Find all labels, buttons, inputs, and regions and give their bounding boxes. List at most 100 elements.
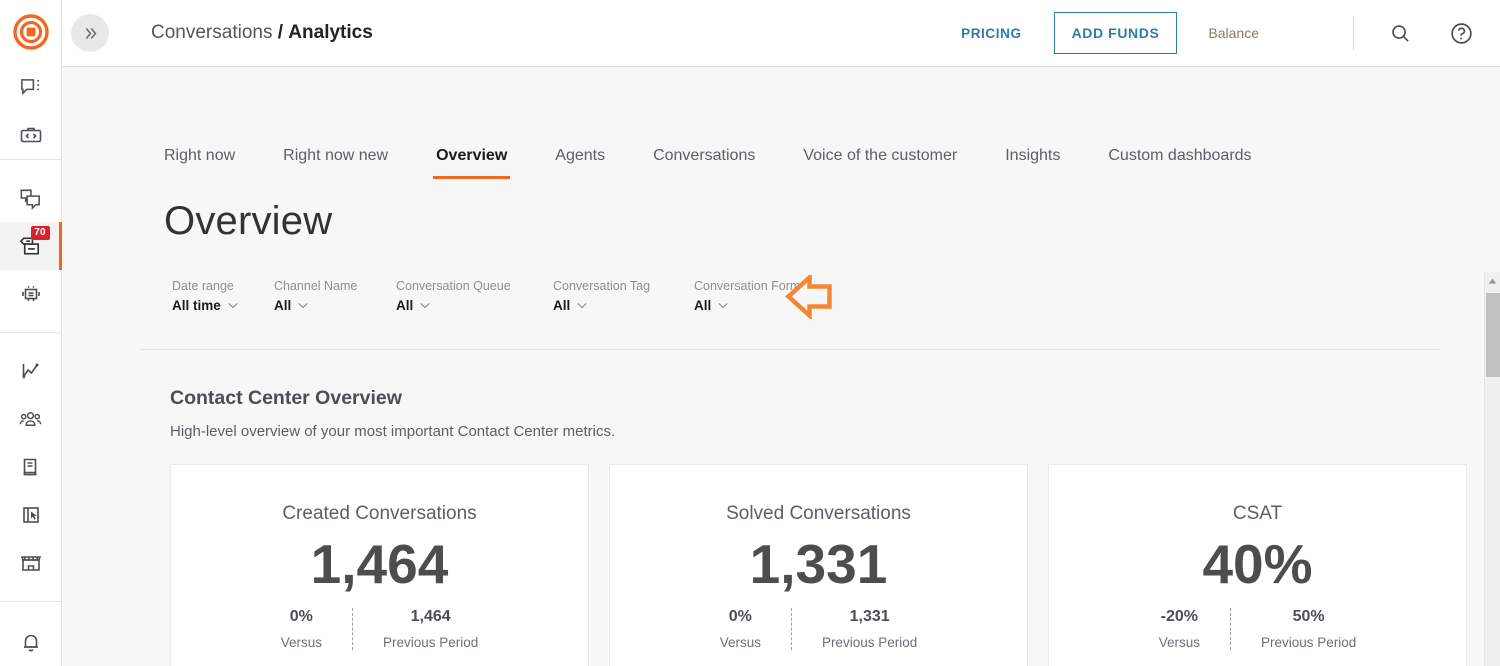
flows-pointer-icon bbox=[22, 507, 39, 523]
metric-previous-col: 1,464 Previous Period bbox=[351, 607, 508, 650]
filter-conversation-queue[interactable]: Conversation Queue All bbox=[396, 279, 553, 313]
search-icon bbox=[1391, 24, 1409, 42]
metric-title: CSAT bbox=[1232, 503, 1283, 524]
sidebar-item-marketplace[interactable] bbox=[0, 539, 62, 587]
scroll-up-arrow-icon bbox=[1488, 277, 1497, 284]
rail-group-workspace: 70 bbox=[0, 160, 62, 318]
add-funds-button[interactable]: ADD FUNDS bbox=[1053, 12, 1178, 54]
metric-card-created-conversations[interactable]: Created Conversations 1,464 0% Versus 1,… bbox=[170, 464, 589, 666]
help-circle-icon bbox=[1450, 22, 1472, 44]
breadcrumb-current: Analytics bbox=[288, 22, 373, 43]
scrollbar-thumb[interactable] bbox=[1486, 293, 1500, 377]
metric-footer: -20% Versus 50% Previous Period bbox=[1129, 607, 1387, 650]
metric-delta-value: 0% bbox=[728, 607, 752, 625]
metric-delta-label: Versus bbox=[280, 634, 322, 650]
metric-previous-col: 50% Previous Period bbox=[1229, 607, 1386, 650]
knowledge-book-icon bbox=[23, 458, 36, 476]
sidebar-item-inbox[interactable]: 70 bbox=[0, 222, 62, 271]
filter-conversation-tag[interactable]: Conversation Tag All bbox=[553, 279, 694, 313]
rail-group-communication bbox=[0, 63, 62, 159]
chat-menu-icon bbox=[21, 78, 40, 95]
sidebar-item-bots[interactable] bbox=[0, 270, 62, 318]
analytics-tabs: Right now Right now new Overview Agents … bbox=[62, 67, 1500, 179]
sidebar-item-knowledge[interactable] bbox=[0, 443, 62, 491]
sidebar-item-analytics[interactable] bbox=[0, 347, 62, 395]
tab-custom-dashboards[interactable]: Custom dashboards bbox=[1108, 147, 1251, 179]
filter-value-wrap[interactable]: All bbox=[553, 298, 694, 313]
left-sidebar: 70 bbox=[0, 0, 62, 666]
scrollbar-up-button[interactable] bbox=[1485, 272, 1500, 289]
conversations-stack-icon bbox=[20, 189, 40, 210]
search-button[interactable] bbox=[1385, 18, 1415, 48]
chevron-double-right-icon bbox=[85, 27, 96, 39]
chevron-down-icon bbox=[228, 303, 238, 309]
metric-title: Solved Conversations bbox=[726, 503, 911, 524]
tab-voice-of-the-customer[interactable]: Voice of the customer bbox=[803, 147, 957, 179]
tab-right-now[interactable]: Right now bbox=[164, 147, 235, 179]
metric-previous-value: 50% bbox=[1292, 607, 1325, 625]
metric-delta-label: Versus bbox=[1158, 634, 1200, 650]
filter-label: Conversation Tag bbox=[553, 279, 651, 293]
filter-value: All bbox=[694, 298, 712, 313]
breadcrumb: Conversations / Analytics bbox=[151, 22, 373, 44]
metric-delta-label: Versus bbox=[719, 634, 761, 650]
inbox-unread-badge: 70 bbox=[30, 226, 50, 241]
tab-right-now-new[interactable]: Right now new bbox=[283, 147, 388, 179]
vertical-scrollbar[interactable] bbox=[1484, 272, 1500, 666]
section-title: Contact Center Overview bbox=[170, 387, 402, 409]
metric-previous-label: Previous Period bbox=[1260, 634, 1357, 650]
left-arrow-annotation bbox=[785, 275, 832, 319]
filter-bar: Date range All time Channel Name All Con… bbox=[62, 279, 1500, 355]
help-button[interactable] bbox=[1446, 18, 1476, 48]
filter-value-wrap[interactable]: All bbox=[396, 298, 553, 313]
metric-delta-value: 0% bbox=[289, 607, 313, 625]
app-root: 70 Conversations / Analytics PRICING ADD… bbox=[0, 0, 1500, 666]
metric-previous-col: 1,331 Previous Period bbox=[790, 607, 947, 650]
pricing-link[interactable]: PRICING bbox=[957, 20, 1025, 47]
filter-label: Channel Name bbox=[274, 279, 358, 293]
metric-title: Created Conversations bbox=[282, 503, 477, 524]
metric-delta-col: 0% Versus bbox=[251, 608, 352, 650]
filter-value-wrap[interactable]: All bbox=[274, 298, 396, 313]
chevron-down-icon bbox=[577, 303, 587, 309]
top-bar-actions: PRICING ADD FUNDS Balance bbox=[957, 0, 1500, 66]
breadcrumb-parent[interactable]: Conversations bbox=[151, 22, 272, 43]
tab-overview[interactable]: Overview bbox=[433, 147, 511, 179]
tab-insights[interactable]: Insights bbox=[1005, 147, 1060, 179]
sidebar-item-notifications[interactable] bbox=[0, 618, 62, 666]
rail-group-notifications bbox=[0, 602, 62, 666]
filter-value-wrap[interactable]: All time bbox=[172, 298, 274, 313]
sidebar-item-contacts[interactable] bbox=[0, 395, 62, 443]
metric-card-solved-conversations[interactable]: Solved Conversations 1,331 0% Versus 1,3… bbox=[609, 464, 1028, 666]
sidebar-item-chat[interactable] bbox=[0, 63, 62, 111]
balance-label: Balance bbox=[1208, 25, 1259, 41]
chevron-down-icon bbox=[298, 303, 308, 309]
expand-sidebar-button[interactable] bbox=[71, 14, 109, 52]
filter-channel-name[interactable]: Channel Name All bbox=[274, 279, 396, 313]
filter-date-range[interactable]: Date range All time bbox=[172, 279, 274, 313]
notifications-bell-icon bbox=[23, 634, 38, 652]
target-logo bbox=[12, 13, 49, 50]
app-logo[interactable] bbox=[0, 0, 62, 63]
marketplace-store-icon bbox=[20, 556, 41, 571]
metric-card-csat[interactable]: CSAT 40% -20% Versus 50% Previous Period bbox=[1048, 464, 1467, 666]
chevron-down-icon bbox=[718, 303, 728, 309]
metric-previous-label: Previous Period bbox=[821, 634, 918, 650]
tab-conversations[interactable]: Conversations bbox=[653, 147, 755, 179]
tab-agents[interactable]: Agents bbox=[555, 147, 605, 179]
metric-value: 1,331 bbox=[749, 533, 888, 595]
sidebar-item-flows[interactable] bbox=[0, 491, 62, 539]
metric-delta-col: -20% Versus bbox=[1129, 608, 1230, 650]
top-bar: Conversations / Analytics PRICING ADD FU… bbox=[62, 0, 1500, 67]
sidebar-item-developer[interactable] bbox=[0, 111, 62, 159]
filter-value: All bbox=[553, 298, 571, 313]
developer-toolbox-icon bbox=[20, 127, 41, 143]
top-bar-divider bbox=[1353, 16, 1354, 50]
sidebar-item-conversations[interactable] bbox=[0, 174, 62, 222]
metric-delta-value: -20% bbox=[1160, 607, 1199, 625]
metric-cards: Created Conversations 1,464 0% Versus 1,… bbox=[170, 464, 1500, 666]
page-title: Overview bbox=[164, 199, 333, 243]
main-content: Right now Right now new Overview Agents … bbox=[62, 67, 1500, 666]
filter-label: Conversation Queue bbox=[396, 279, 511, 293]
metric-value: 40% bbox=[1202, 533, 1313, 595]
